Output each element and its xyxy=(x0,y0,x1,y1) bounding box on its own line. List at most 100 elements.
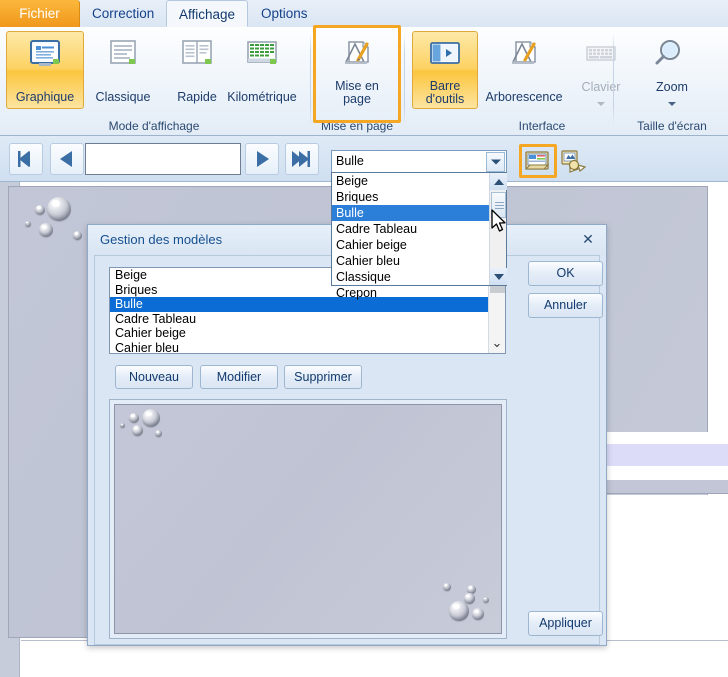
bubble-decoration xyxy=(73,231,82,240)
bubble-decoration xyxy=(483,597,489,603)
chevron-down-icon xyxy=(490,159,501,165)
ribbon-button-classique-label: Classique xyxy=(95,90,151,104)
ribbon-tab-strip: Fichier Correction Affichage Options xyxy=(0,0,728,28)
ribbon-button-mise-en-page[interactable]: Mise en page xyxy=(318,31,396,109)
bubble-decoration xyxy=(449,601,469,621)
dialog-title: Gestion des modèles xyxy=(100,232,223,247)
dropdown-option[interactable]: Cahier beige xyxy=(332,237,506,253)
tab-correction[interactable]: Correction xyxy=(80,0,166,27)
bubble-decoration xyxy=(129,413,139,423)
tab-options[interactable]: Options xyxy=(249,0,320,27)
tab-affichage[interactable]: Affichage xyxy=(166,0,249,27)
ribbon-body: Graphique Classique Rapide Kilométrique … xyxy=(0,27,728,135)
template-preview-frame xyxy=(109,399,507,639)
ribbon-group-label-taille-ecran: Taille d'écran xyxy=(637,119,707,133)
dropdown-option[interactable]: Classique xyxy=(332,269,506,285)
search-input[interactable] xyxy=(85,143,241,175)
bubble-decoration xyxy=(464,593,475,604)
chevron-down-icon[interactable] xyxy=(597,102,605,106)
bubble-decoration xyxy=(142,409,160,427)
ribbon-button-kilometrique-label: Kilométrique xyxy=(227,90,297,104)
group-separator xyxy=(404,33,405,125)
list-item[interactable]: Cahier beige xyxy=(110,326,505,341)
list-item[interactable]: Cadre Tableau xyxy=(110,312,505,327)
dropdown-option[interactable]: Beige xyxy=(332,173,506,189)
appliquer-button[interactable]: Appliquer xyxy=(528,611,603,636)
group-separator xyxy=(613,33,614,125)
ribbon-group-mise-en-page: Mise en page Mise en page xyxy=(313,27,401,135)
dropdown-scroll-thumb[interactable] xyxy=(491,192,506,218)
dialog-content-panel: Beige Briques Bulle Cadre Tableau Cahier… xyxy=(94,255,600,645)
template-combobox[interactable]: Bulle xyxy=(331,150,507,174)
skip-back-icon xyxy=(18,151,30,167)
ribbon-group-label-mode-affichage: Mode d'affichage xyxy=(108,119,200,133)
dropdown-option[interactable]: Crepon xyxy=(332,285,506,301)
ribbon-button-graphique-label: Graphique xyxy=(15,90,75,104)
monitor-list-icon xyxy=(26,38,64,72)
list-item[interactable]: Cahier bleu xyxy=(110,341,505,354)
print-preview-icon-button[interactable] xyxy=(556,145,592,177)
keyboard-icon xyxy=(582,38,620,72)
ribbon-button-arborescence[interactable]: Arborescence xyxy=(480,31,568,109)
dropdown-option[interactable]: Cahier bleu xyxy=(332,253,506,269)
nouveau-button[interactable]: Nouveau xyxy=(115,365,193,389)
ribbon-button-zoom-label: Zoom xyxy=(656,80,688,94)
skip-forward-icon xyxy=(292,151,310,167)
supprimer-button[interactable]: Supprimer xyxy=(284,365,362,389)
ribbon-button-zoom[interactable]: Zoom xyxy=(633,31,711,109)
template-combobox-value: Bulle xyxy=(336,154,364,168)
ribbon-group-taille-ecran: Zoom Taille d'écran xyxy=(617,27,727,135)
toolbar-panel-icon xyxy=(426,38,464,72)
caret-down-icon xyxy=(493,273,504,280)
search-input-value xyxy=(86,144,240,160)
previous-record-button[interactable] xyxy=(50,143,84,175)
ok-button[interactable]: OK xyxy=(528,261,603,286)
dropdown-option[interactable]: Bulle xyxy=(332,205,506,221)
ribbon-button-kilometrique[interactable]: Kilométrique xyxy=(218,31,306,109)
green-grid-icon xyxy=(243,38,281,72)
close-icon[interactable]: ✕ xyxy=(578,230,598,248)
modifier-button[interactable]: Modifier xyxy=(200,365,278,389)
tree-drafting-icon xyxy=(505,38,543,72)
scroll-down-button[interactable] xyxy=(490,268,507,285)
ribbon-group-label-mise-en-page: Mise en page xyxy=(320,119,394,133)
bubble-decoration xyxy=(155,430,162,437)
bubble-decoration xyxy=(39,223,53,237)
caret-up-icon xyxy=(493,178,504,185)
chevron-down-icon[interactable] xyxy=(668,102,676,106)
ribbon: Fichier Correction Affichage Options Gra… xyxy=(0,0,728,136)
tab-fichier[interactable]: Fichier xyxy=(0,0,80,27)
combobox-arrow-button[interactable] xyxy=(486,152,505,172)
bubble-decoration xyxy=(120,423,125,428)
ribbon-button-arborescence-label: Arborescence xyxy=(485,90,563,104)
page-layout-icon-button[interactable] xyxy=(519,145,555,177)
ribbon-button-graphique[interactable]: Graphique xyxy=(6,31,84,109)
page-setup-icon xyxy=(338,38,376,72)
last-record-button[interactable] xyxy=(285,143,319,175)
bubble-decoration xyxy=(25,221,31,227)
document-lines-icon xyxy=(104,38,142,72)
annuler-button[interactable]: Annuler xyxy=(528,293,603,318)
ribbon-group-label-interface: Interface xyxy=(518,119,566,133)
dropdown-option[interactable]: Briques xyxy=(332,189,506,205)
barre-outils-line2: d'outils xyxy=(425,92,465,106)
play-forward-icon xyxy=(257,151,269,167)
ribbon-group-interface: Barre d'outils Arborescence Clavier Inte… xyxy=(408,27,620,135)
ribbon-group-mode-affichage: Graphique Classique Rapide Kilométrique … xyxy=(0,27,308,135)
play-back-icon xyxy=(60,151,72,167)
dropdown-option[interactable]: Cadre Tableau xyxy=(332,221,506,237)
bubble-decoration xyxy=(47,197,71,221)
mise-en-page-line1: Mise en xyxy=(335,79,379,93)
first-record-button[interactable] xyxy=(9,143,43,175)
group-separator xyxy=(310,33,311,125)
chevron-down-icon[interactable]: ⌄ xyxy=(492,336,503,349)
scroll-up-button[interactable] xyxy=(490,173,507,190)
ribbon-button-barre-outils[interactable]: Barre d'outils xyxy=(412,31,478,109)
ribbon-button-classique[interactable]: Classique xyxy=(84,31,162,109)
bubble-decoration xyxy=(35,205,45,215)
bubble-decoration xyxy=(472,608,484,620)
dropdown-scrollbar[interactable] xyxy=(489,173,507,285)
template-combobox-dropdown[interactable]: Beige Briques Bulle Cadre Tableau Cahier… xyxy=(331,172,507,300)
barre-outils-line1: Barre xyxy=(429,79,461,93)
next-record-button[interactable] xyxy=(245,143,279,175)
